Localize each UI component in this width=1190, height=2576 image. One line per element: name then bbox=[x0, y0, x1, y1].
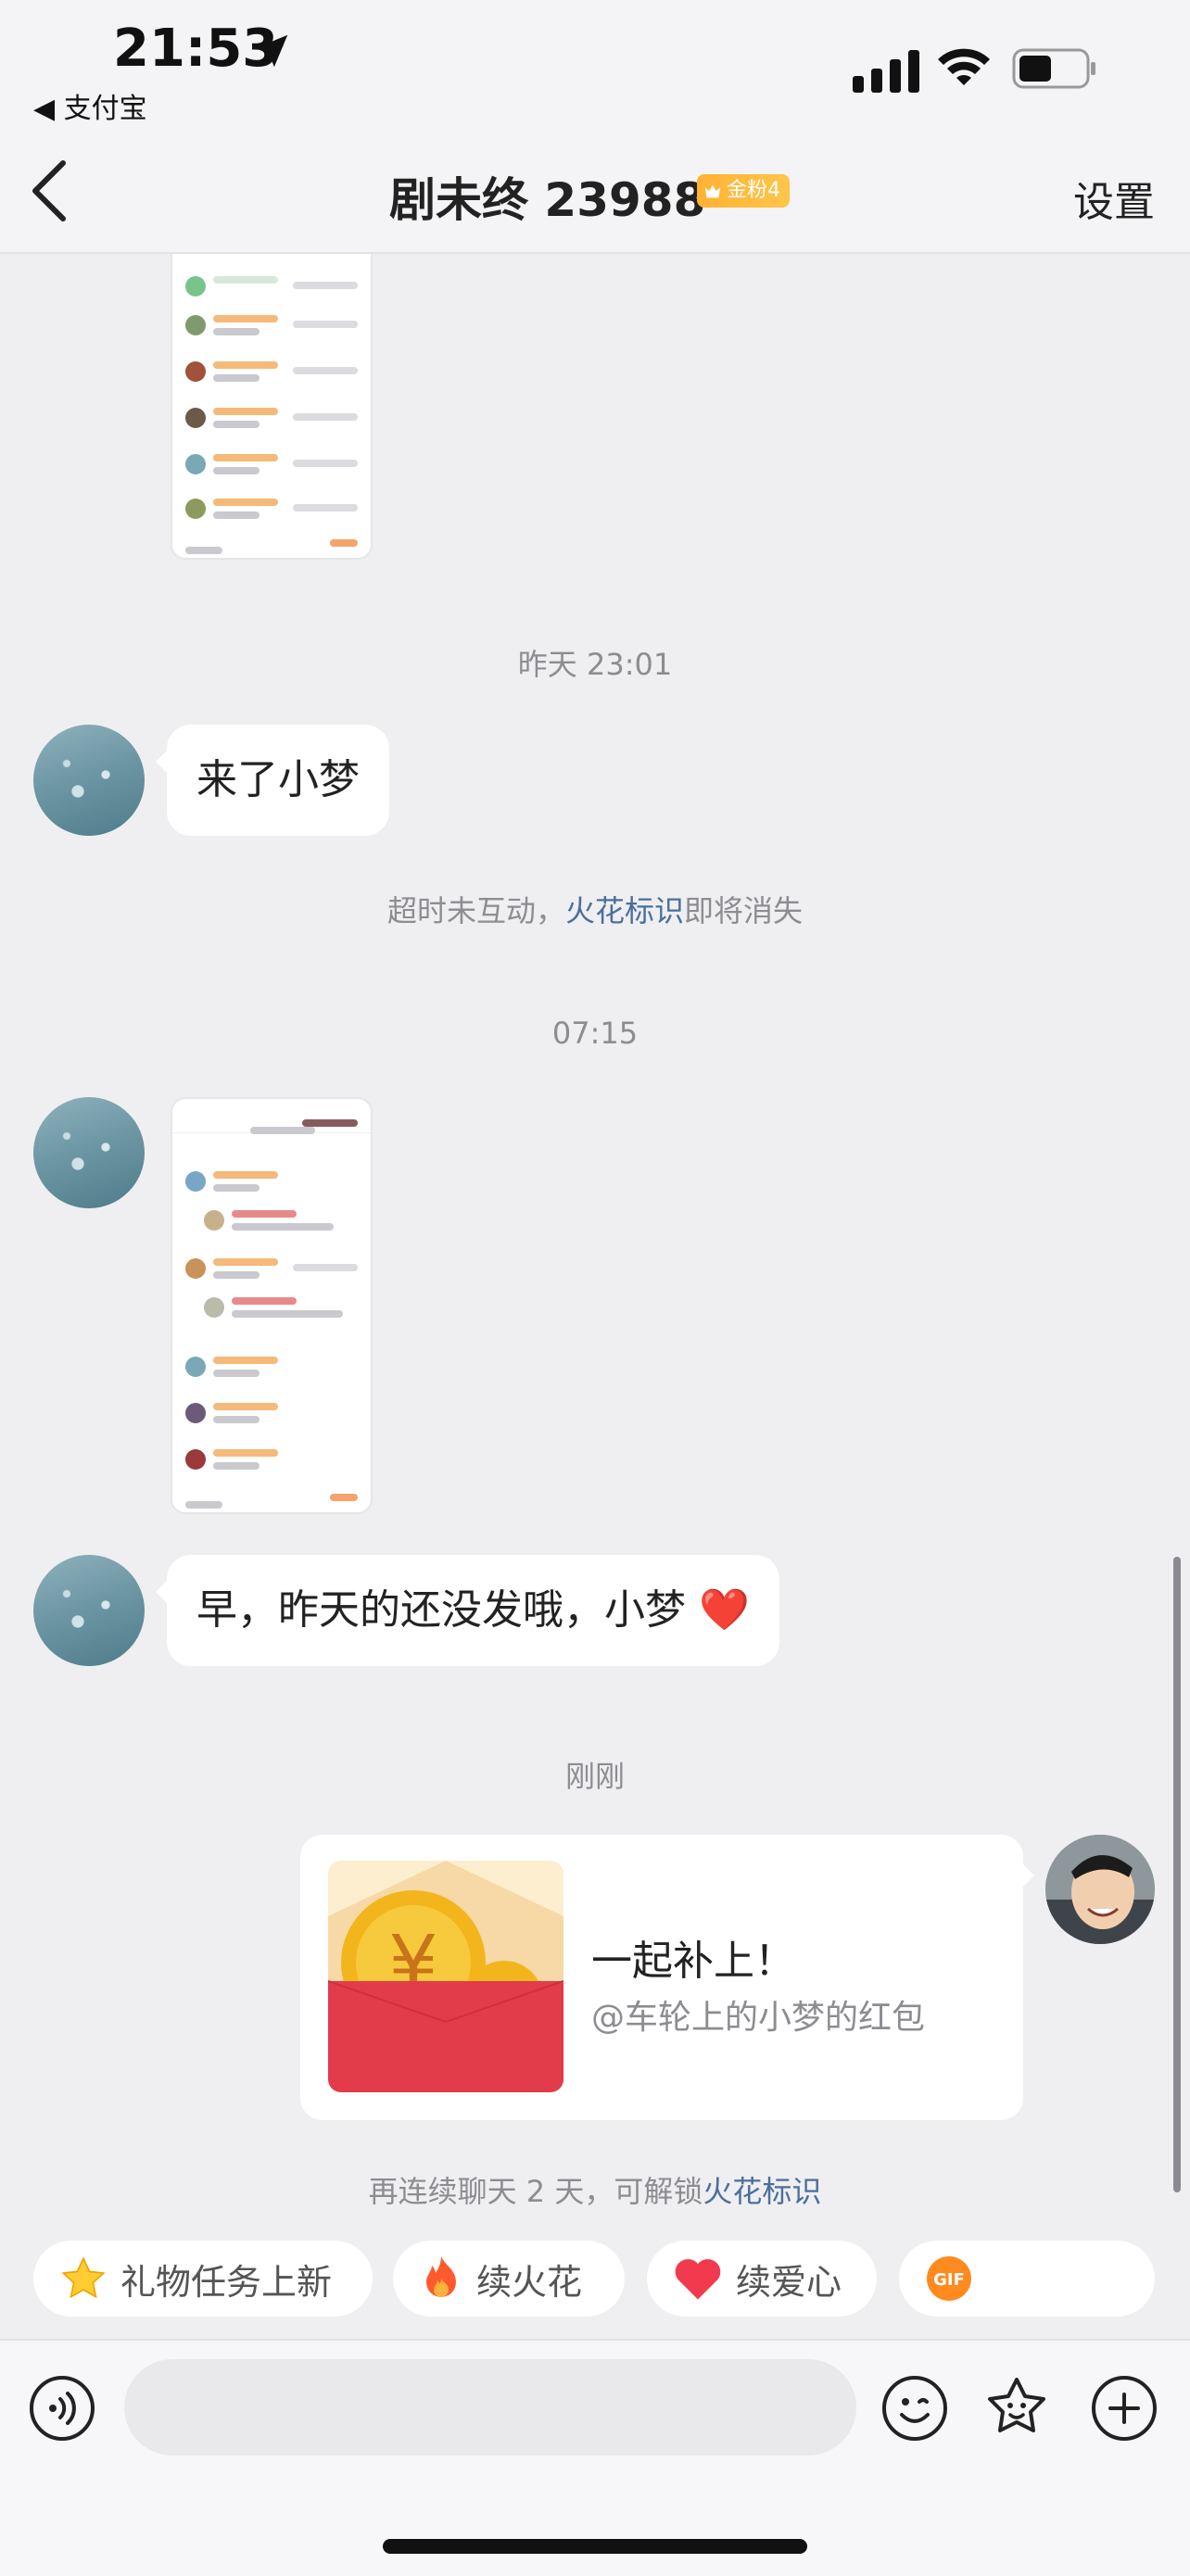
chip-gift-task[interactable]: 礼物任务上新 bbox=[33, 2241, 373, 2317]
incoming-message-bubble[interactable]: 来了小梦 bbox=[156, 725, 389, 836]
system-notice-suffix: 即将消失 bbox=[684, 893, 804, 928]
back-chevron-icon[interactable] bbox=[28, 158, 70, 224]
contact-avatar[interactable] bbox=[33, 725, 145, 836]
red-packet-image: ¥ bbox=[328, 1861, 563, 2092]
crown-icon bbox=[704, 184, 721, 198]
scrollbar[interactable] bbox=[1173, 1557, 1181, 2192]
red-packet-subtitle: @车轮上的小梦的红包 bbox=[591, 1999, 926, 2037]
star-icon bbox=[61, 2256, 106, 2299]
sticker-icon[interactable] bbox=[982, 2374, 1051, 2443]
cellular-signal-icon bbox=[853, 50, 919, 93]
red-packet-title: 一起补上！ bbox=[591, 1938, 795, 1985]
message-input[interactable] bbox=[124, 2359, 856, 2456]
timestamp: 昨天 23:01 bbox=[517, 647, 673, 682]
location-arrow-icon bbox=[255, 34, 288, 68]
heart-icon bbox=[675, 2259, 721, 2300]
gif-icon: GIF bbox=[927, 2256, 971, 2301]
system-notice-prefix: 超时未互动， bbox=[386, 893, 565, 928]
message-text: 早，昨天的还没发哦，小梦 bbox=[196, 1586, 686, 1634]
heart-emoji: ❤️ bbox=[699, 1586, 750, 1634]
fire-icon bbox=[426, 2256, 456, 2297]
chat-title: 剧未终 23988 bbox=[389, 173, 706, 227]
spark-badge-link[interactable]: 火花标识 bbox=[565, 893, 684, 928]
home-indicator[interactable] bbox=[383, 2539, 807, 2554]
system-notice: 超时未互动，火花标识即将消失 bbox=[0, 888, 1190, 930]
chip-label: 续爱心 bbox=[736, 2261, 842, 2303]
timestamp: 刚刚 bbox=[564, 1759, 625, 1794]
person-photo bbox=[1045, 1835, 1155, 1944]
hint-prefix: 再连续聊天 2 天，可解锁 bbox=[368, 2174, 703, 2209]
image-message-thumbnail[interactable] bbox=[171, 254, 373, 560]
back-to-app-link[interactable]: ◀ 支付宝 bbox=[33, 85, 147, 126]
chip-gif[interactable]: GIF bbox=[899, 2241, 1155, 2317]
message-text: 来了小梦 bbox=[196, 756, 360, 803]
incoming-message-bubble[interactable]: 早，昨天的还没发哦，小梦 ❤️ bbox=[156, 1555, 779, 1666]
my-avatar[interactable] bbox=[1045, 1835, 1155, 1944]
settings-button[interactable]: 设置 bbox=[1073, 169, 1155, 228]
contact-avatar[interactable] bbox=[33, 1097, 145, 1208]
image-message-thumbnail[interactable] bbox=[171, 1097, 373, 1514]
timestamp: 07:15 bbox=[551, 1016, 639, 1051]
battery-icon bbox=[1012, 48, 1095, 89]
voice-icon[interactable] bbox=[28, 2374, 96, 2443]
chip-label: 礼物任务上新 bbox=[120, 2261, 333, 2303]
gif-icon-text: GIF bbox=[933, 2270, 965, 2290]
chip-label: 续火花 bbox=[476, 2261, 583, 2303]
contact-avatar[interactable] bbox=[33, 1555, 145, 1666]
chip-continue-spark[interactable]: 续火花 bbox=[393, 2241, 625, 2317]
emoji-icon[interactable] bbox=[880, 2374, 949, 2443]
red-packet-card[interactable]: ¥ 一起补上！ @车轮上的小梦的红包 bbox=[300, 1835, 1034, 2120]
spark-unlock-hint: 再连续聊天 2 天，可解锁火花标识 bbox=[0, 2168, 1190, 2211]
plus-icon[interactable] bbox=[1090, 2374, 1158, 2443]
spark-badge-link[interactable]: 火花标识 bbox=[703, 2174, 821, 2209]
chip-continue-heart[interactable]: 续爱心 bbox=[647, 2241, 877, 2317]
fan-badge-label: 金粉4 bbox=[727, 179, 780, 202]
fan-level-badge: 金粉4 bbox=[697, 174, 790, 208]
wifi-icon bbox=[938, 48, 990, 85]
red-envelope-icon: ¥ bbox=[328, 1861, 563, 2092]
